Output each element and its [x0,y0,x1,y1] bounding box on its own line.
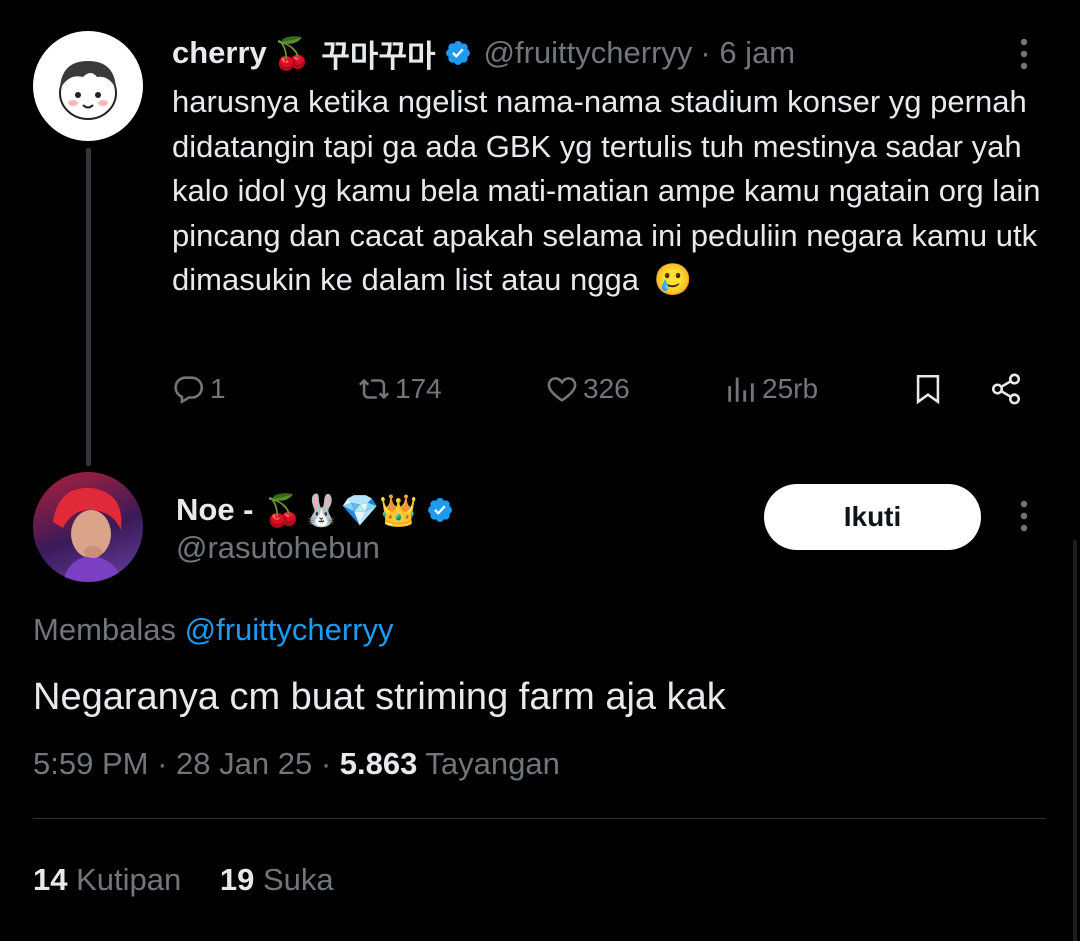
replying-to-handle[interactable]: @fruittycherryy [185,612,394,647]
display-name-korean[interactable]: 꾸마꾸마 [321,31,435,76]
reply-count: 1 [210,373,226,404]
divider [33,818,1046,819]
reply-tweet-text: Negaranya cm buat striming farm aja kak [33,676,726,718]
scrollbar[interactable] [1073,540,1077,941]
name-emojis: 🍒 [272,35,312,72]
like-button[interactable]: 326 [545,372,630,406]
display-name[interactable]: cherry [172,35,267,71]
engagement-stats: 14 Kutipan 19 Suka [33,862,334,898]
avatar-noe[interactable] [33,472,143,582]
replying-to: Membalas @fruittycherryy [33,612,394,648]
retweet-count: 174 [395,373,442,404]
heart-icon [547,377,577,402]
reply-date[interactable]: 28 Jan 25 [176,746,312,781]
reply-more-options-icon[interactable] [1012,498,1036,534]
reply-views-count: 5.863 [339,746,418,781]
bookmark-button[interactable] [911,372,945,406]
likes-link[interactable]: 19 Suka [220,862,334,897]
reply-button[interactable]: 1 [172,372,226,406]
original-tweet-header: cherry 🍒 꾸마꾸마 @fruittycherryy · 6 jam [172,31,795,76]
avatar-illustration [59,61,117,120]
quotes-count: 14 [33,862,68,897]
reply-icon [174,376,204,405]
reply-header: Noe - 🍒🐰💎👑 [176,490,454,530]
share-icon [991,373,1021,405]
more-options-icon[interactable] [1012,36,1036,72]
retweet-icon [358,378,390,400]
thread-line [86,148,91,466]
follow-button[interactable]: Ikuti [764,484,981,550]
likes-label: Suka [262,862,334,897]
reply-display-name[interactable]: Noe - [176,492,254,528]
reply-meta: 5:59 PM · 28 Jan 25 · 5.863 Tayangan [33,746,560,781]
likes-count: 19 [219,862,255,897]
reply-name-emojis: 🍒🐰💎👑 [263,492,418,529]
analytics-icon [728,377,754,402]
quotes-link[interactable]: 14 Kutipan [33,862,190,897]
quotes-label: Kutipan [76,862,182,897]
avatar-cherry[interactable] [33,31,143,141]
handle[interactable]: @fruittycherryy [484,35,693,71]
avatar-photo [53,487,123,582]
reply-views-label: Tayangan [425,746,560,781]
replying-to-label: Membalas [33,612,176,647]
reply-time[interactable]: 5:59 PM [33,746,148,781]
retweet-button[interactable]: 174 [357,372,442,406]
bookmark-icon [916,374,940,405]
share-button[interactable] [989,372,1023,406]
tweet-emoji: 🥲 [653,262,693,298]
tweet-body: harusnya ketika ngelist nama-nama stadiu… [172,84,1041,297]
verified-badge-icon [427,498,452,522]
views-count: 25rb [762,373,819,404]
timestamp[interactable]: · 6 jam [700,35,795,71]
reply-handle[interactable]: @rasutohebun [176,530,380,566]
verified-badge-icon [445,41,470,65]
views-button[interactable]: 25rb [724,372,818,406]
original-tweet-text: harusnya ketika ngelist nama-nama stadiu… [172,80,1062,303]
like-count: 326 [583,373,630,404]
